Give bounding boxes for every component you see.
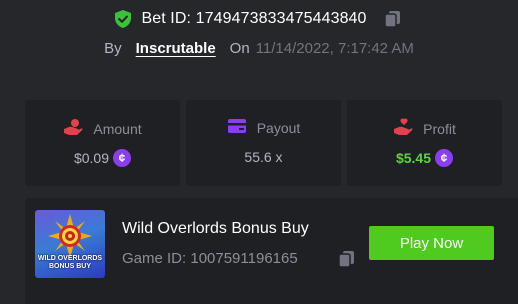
stat-profit: Profit $5.45 ¢ <box>347 100 502 186</box>
stat-value: 55.6 x <box>244 149 283 165</box>
stat-value: $0.09 <box>73 150 110 166</box>
coin-icon: ¢ <box>113 149 132 167</box>
bet-id: Bet ID: 1749473833475443840 <box>141 10 367 27</box>
coin-icon: ¢ <box>435 149 454 167</box>
stats-row: Amount $0.09 ¢ Payout 55.6 x Profit $5.4… <box>25 100 518 186</box>
stat-value: $5.45 <box>395 150 432 166</box>
game-name: Wild Overlords Bonus Buy <box>122 220 309 237</box>
stat-label: Payout <box>256 119 301 136</box>
hand-coins-icon <box>63 118 83 139</box>
bet-date: 11/14/2022, 7:17:42 AM <box>255 39 414 57</box>
stat-payout: Payout 55.6 x <box>186 100 341 186</box>
stat-label: Profit <box>423 120 456 137</box>
on-label: On <box>229 39 250 57</box>
bet-id-row: Bet ID: 1749473833475443840 <box>0 8 518 30</box>
shield-check-icon <box>115 10 132 28</box>
card-icon <box>227 118 247 137</box>
author-row: By Inscrutable On 11/14/2022, 7:17:42 AM <box>0 37 518 59</box>
game-card: WILD OVERLORDS BONUS BUY Wild Overlords … <box>25 198 518 304</box>
copy-game-id-icon[interactable] <box>337 249 357 269</box>
bet-details-panel: Bet ID: 1749473833475443840 By Inscrutab… <box>0 0 518 304</box>
thumbnail-title: WILD OVERLORDS BONUS BUY <box>37 255 103 270</box>
stat-amount: Amount $0.09 ¢ <box>25 100 180 186</box>
copy-bet-id-icon[interactable] <box>383 9 403 29</box>
game-thumbnail[interactable]: WILD OVERLORDS BONUS BUY <box>35 210 105 278</box>
by-label: By <box>104 39 122 57</box>
game-id: Game ID: 1007591196165 <box>122 250 298 267</box>
play-now-button[interactable]: Play Now <box>369 226 494 260</box>
stat-label: Amount <box>93 120 142 137</box>
hand-heart-icon <box>393 118 413 139</box>
username-link[interactable]: Inscrutable <box>136 40 216 57</box>
